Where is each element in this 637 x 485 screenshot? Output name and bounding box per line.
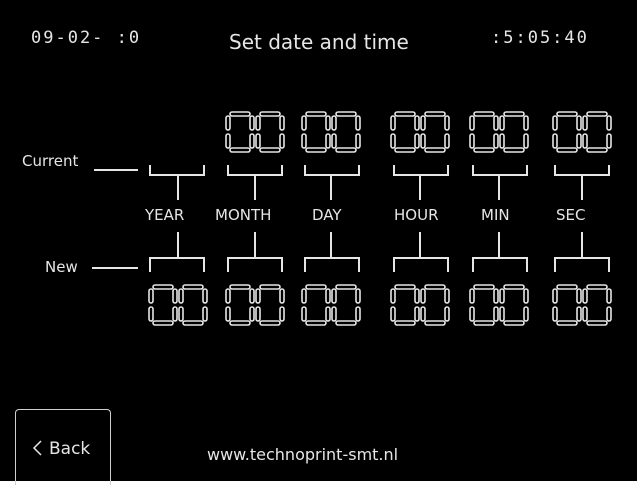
new-hour-field[interactable] [390,284,450,326]
current-sec-display[interactable] [552,111,612,153]
chevron-left-icon [32,440,42,456]
new-sec-field[interactable] [552,284,612,326]
back-button[interactable]: Back [15,409,111,485]
new-min-field[interactable] [469,284,529,326]
footer-url: www.technoprint-smt.nl [207,445,399,464]
new-year-field[interactable] [148,284,208,326]
current-month-display[interactable] [225,111,285,153]
new-day-field[interactable] [301,284,361,326]
new-month-field[interactable] [225,284,285,326]
current-hour-display[interactable] [390,111,450,153]
current-day-display[interactable] [301,111,361,153]
current-min-display[interactable] [469,111,529,153]
back-button-label: Back [49,439,91,459]
date-time-screen: 09-02- :0 Set date and time :5:05:40 Cur… [0,0,637,485]
